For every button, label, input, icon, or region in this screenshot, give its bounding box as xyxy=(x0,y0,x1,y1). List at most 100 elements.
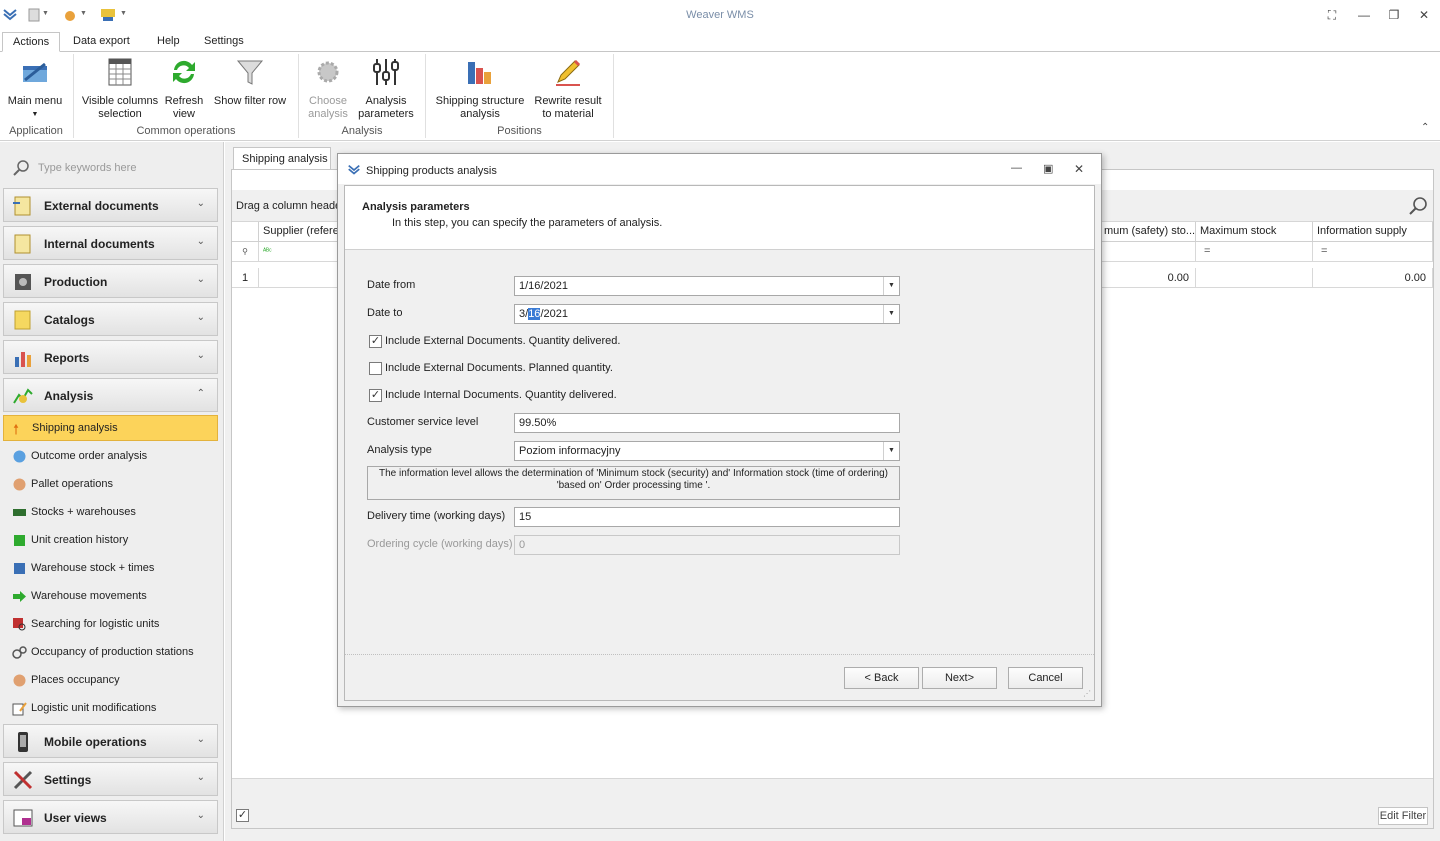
main-menu-icon xyxy=(23,62,47,82)
maximize-icon[interactable]: ▣ xyxy=(1043,162,1053,175)
close-button[interactable]: ✕ xyxy=(1415,6,1433,24)
refresh-view-button[interactable]: Refresh view xyxy=(162,56,206,121)
customer-service-level-field[interactable]: 99.50% xyxy=(514,413,900,433)
back-button[interactable]: < Back xyxy=(844,667,919,689)
include-internal-delivered-label[interactable]: Include Internal Documents. Quantity del… xyxy=(385,389,617,401)
tab-help[interactable]: Help xyxy=(147,32,190,52)
column-header-info-supply[interactable]: Information supply xyxy=(1313,222,1433,242)
nav-item-places-occupancy[interactable]: Places occupancy xyxy=(3,667,218,693)
wizard-heading: Analysis parameters xyxy=(362,201,470,213)
show-filter-row-button[interactable]: Show filter row xyxy=(210,56,290,108)
grid-footer xyxy=(232,778,1433,828)
minimize-icon[interactable]: — xyxy=(1011,162,1022,174)
focus-icon[interactable]: ⛶ xyxy=(1323,6,1341,24)
group-positions-label: Positions xyxy=(497,125,542,137)
nav-group-analysis[interactable]: Analysis ⌃ xyxy=(3,378,218,412)
column-header-min-stock[interactable]: mum (safety) sto... xyxy=(1100,222,1196,242)
catalogs-icon xyxy=(14,310,31,330)
include-external-planned-checkbox[interactable] xyxy=(369,362,382,375)
tab-settings[interactable]: Settings xyxy=(194,32,254,52)
gauge-icon xyxy=(13,450,26,463)
tab-actions[interactable]: Actions xyxy=(2,32,61,52)
search-input[interactable]: Type keywords here xyxy=(38,162,136,174)
cancel-button[interactable]: Cancel xyxy=(1008,667,1083,689)
nav-item-shipping-analysis[interactable]: 🠕 Shipping analysis xyxy=(3,415,218,441)
nav-group-user-views[interactable]: User views ⌄ xyxy=(3,800,218,834)
customer-service-level-label: Customer service level xyxy=(367,416,479,428)
date-from-field[interactable]: 1/16/2021 ▼ xyxy=(514,276,900,296)
date-to-field[interactable]: 3/16/2021 ▼ xyxy=(514,304,900,324)
bar-chart-icon xyxy=(468,62,491,84)
nav-group-production[interactable]: Production ⌄ xyxy=(3,264,218,298)
cell-min-stock[interactable]: 0.00 xyxy=(1100,268,1196,288)
dialog-title: Shipping products analysis xyxy=(366,165,497,177)
ribbon-tabs: Actions Data export Help Settings xyxy=(0,30,1440,52)
cell-supplier[interactable] xyxy=(259,268,339,288)
next-button[interactable]: Next> xyxy=(922,667,997,689)
visible-columns-button[interactable]: Visible columns selection xyxy=(80,56,160,121)
nav-item-outcome-order-analysis[interactable]: Outcome order analysis xyxy=(3,443,218,469)
footer-divider xyxy=(345,654,1094,655)
pencil-icon xyxy=(556,59,581,86)
search-icon[interactable] xyxy=(1408,196,1428,216)
nav-item-unit-creation-history[interactable]: Unit creation history xyxy=(3,527,218,553)
analysis-type-select[interactable]: Poziom informacyjny ▼ xyxy=(514,441,900,461)
chevron-down-icon: ⌄ xyxy=(196,734,205,745)
group-analysis-label: Analysis xyxy=(341,125,383,137)
refresh-icon xyxy=(173,60,195,84)
nav-group-external-documents[interactable]: External documents ⌄ xyxy=(3,188,218,222)
nav-group-reports[interactable]: Reports ⌄ xyxy=(3,340,218,374)
filter-cell-info-supply[interactable]: = xyxy=(1313,242,1433,262)
choose-analysis-button[interactable]: Choose analysis xyxy=(304,56,352,121)
shipping-products-analysis-dialog: Shipping products analysis — ▣ ✕ Analysi… xyxy=(337,153,1102,707)
ribbon: Main menu ▼ Application Visible columns … xyxy=(0,52,1440,141)
nav-group-settings[interactable]: Settings ⌄ xyxy=(3,762,218,796)
nav-item-occupancy-production-stations[interactable]: Occupancy of production stations xyxy=(3,639,218,665)
delivery-time-field[interactable]: 15 xyxy=(514,507,900,527)
nav-item-warehouse-movements[interactable]: Warehouse movements xyxy=(3,583,218,609)
places-icon xyxy=(13,674,26,687)
filter-cell-max-stock[interactable]: = xyxy=(1196,242,1313,262)
cell-info-supply[interactable]: 0.00 xyxy=(1313,268,1433,288)
column-header-max-stock[interactable]: Maximum stock xyxy=(1196,222,1313,242)
cell-max-stock[interactable] xyxy=(1196,268,1313,288)
nav-item-pallet-operations[interactable]: Pallet operations xyxy=(3,471,218,497)
filter-enabled-checkbox[interactable]: ✓ xyxy=(236,809,249,822)
edit-filter-button[interactable]: Edit Filter xyxy=(1378,807,1428,825)
dropdown-arrow-icon[interactable]: ▼ xyxy=(883,277,899,295)
restore-button[interactable]: ❐ xyxy=(1385,6,1403,24)
tab-data-export[interactable]: Data export xyxy=(63,32,140,52)
row-number[interactable]: 1 xyxy=(232,268,259,288)
nav-item-stocks-warehouses[interactable]: Stocks + warehouses xyxy=(3,499,218,525)
main-menu-button[interactable]: Main menu ▼ xyxy=(4,56,66,121)
shipping-structure-analysis-button[interactable]: Shipping structure analysis xyxy=(432,56,528,121)
minimize-button[interactable]: — xyxy=(1355,6,1373,24)
analysis-parameters-button[interactable]: Analysis parameters xyxy=(354,56,418,121)
column-header-supplier[interactable]: Supplier (refere xyxy=(259,222,339,242)
collapse-ribbon-icon[interactable]: ⌃ xyxy=(1421,122,1429,133)
dropdown-arrow-icon[interactable]: ▼ xyxy=(883,305,899,323)
nav-item-warehouse-stock-times[interactable]: Warehouse stock + times xyxy=(3,555,218,581)
search-units-icon xyxy=(13,618,26,631)
ribbon-separator xyxy=(613,54,614,138)
dropdown-arrow-icon[interactable]: ▼ xyxy=(883,442,899,460)
nav-group-catalogs[interactable]: Catalogs ⌄ xyxy=(3,302,218,336)
tab-shipping-analysis[interactable]: Shipping analysis xyxy=(233,147,331,169)
dropdown-arrow-icon: ▼ xyxy=(31,111,39,118)
include-external-delivered-label[interactable]: Include External Documents. Quantity del… xyxy=(385,335,620,347)
nav-group-internal-documents[interactable]: Internal documents ⌄ xyxy=(3,226,218,260)
rewrite-result-button[interactable]: Rewrite result to material xyxy=(530,56,606,121)
filter-cell-supplier[interactable]: ᴬᴮᶜ xyxy=(259,242,339,262)
arrow-up-icon: 🠕 xyxy=(13,421,20,437)
filter-cell-min-stock[interactable] xyxy=(1100,242,1196,262)
close-icon[interactable]: ✕ xyxy=(1074,162,1084,176)
nav-item-searching-logistic-units[interactable]: Searching for logistic units xyxy=(3,611,218,637)
nav-group-mobile-operations[interactable]: Mobile operations ⌄ xyxy=(3,724,218,758)
nav-search[interactable]: Type keywords here xyxy=(4,155,218,181)
include-external-planned-label[interactable]: Include External Documents. Planned quan… xyxy=(385,362,613,374)
ordering-cycle-label: Ordering cycle (working days) xyxy=(367,538,513,550)
nav-item-logistic-unit-modifications[interactable]: Logistic unit modifications xyxy=(3,695,218,721)
resize-grip-icon[interactable]: ⋰ xyxy=(1083,689,1091,698)
include-internal-delivered-checkbox[interactable]: ✓ xyxy=(369,389,382,402)
include-external-delivered-checkbox[interactable]: ✓ xyxy=(369,335,382,348)
